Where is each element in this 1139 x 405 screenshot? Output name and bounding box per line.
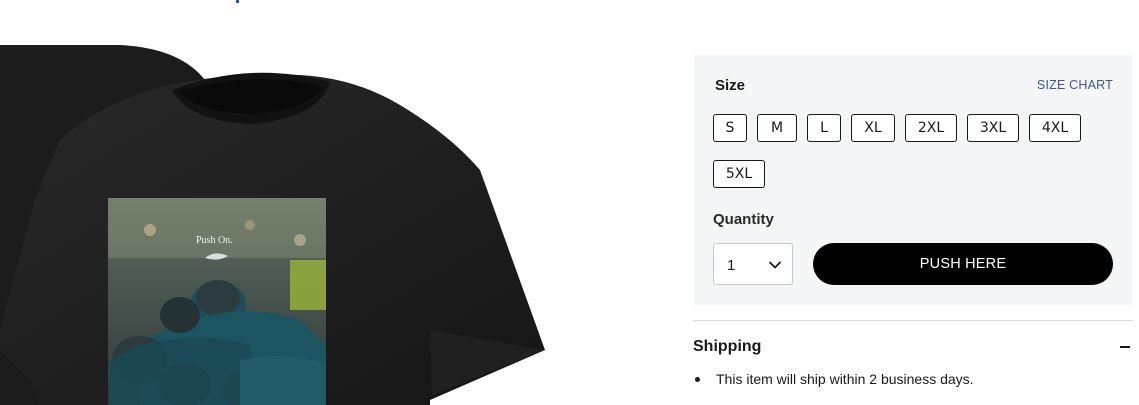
quantity-label: Quantity [713,211,774,228]
quantity-value: 1 [727,257,736,274]
size-option-4xl[interactable]: 4XL [1029,114,1081,142]
tshirt-illustration: Push On. [0,45,545,405]
push-here-button[interactable]: PUSH HERE [813,243,1113,285]
size-option-2xl[interactable]: 2XL [905,114,957,142]
shipping-title[interactable]: Shipping [693,338,761,356]
size-option-l[interactable]: L [807,114,841,142]
shirt-print-graphic [108,198,326,405]
section-divider [693,320,1133,321]
size-option-m[interactable]: M [757,114,797,142]
chevron-down-icon [769,261,781,269]
size-option-s[interactable]: S [713,114,747,142]
quantity-select[interactable]: 1 [713,243,793,285]
graphic-text: Push On. [196,235,233,246]
size-option-xl[interactable]: XL [851,114,895,142]
size-label: Size [715,77,746,94]
shipping-info-item: This item will ship within 2 business da… [716,371,974,387]
size-chart-link[interactable]: SIZE CHART [1037,78,1113,92]
bullet-icon [695,377,700,382]
purchase-panel: Size SIZE CHART S M L XL 2XL 3XL 4XL 5XL… [694,55,1132,305]
size-option-5xl[interactable]: 5XL [713,160,765,188]
size-option-3xl[interactable]: 3XL [967,114,1019,142]
collapse-icon[interactable] [1120,346,1130,348]
product-image: Push On. [0,0,600,405]
